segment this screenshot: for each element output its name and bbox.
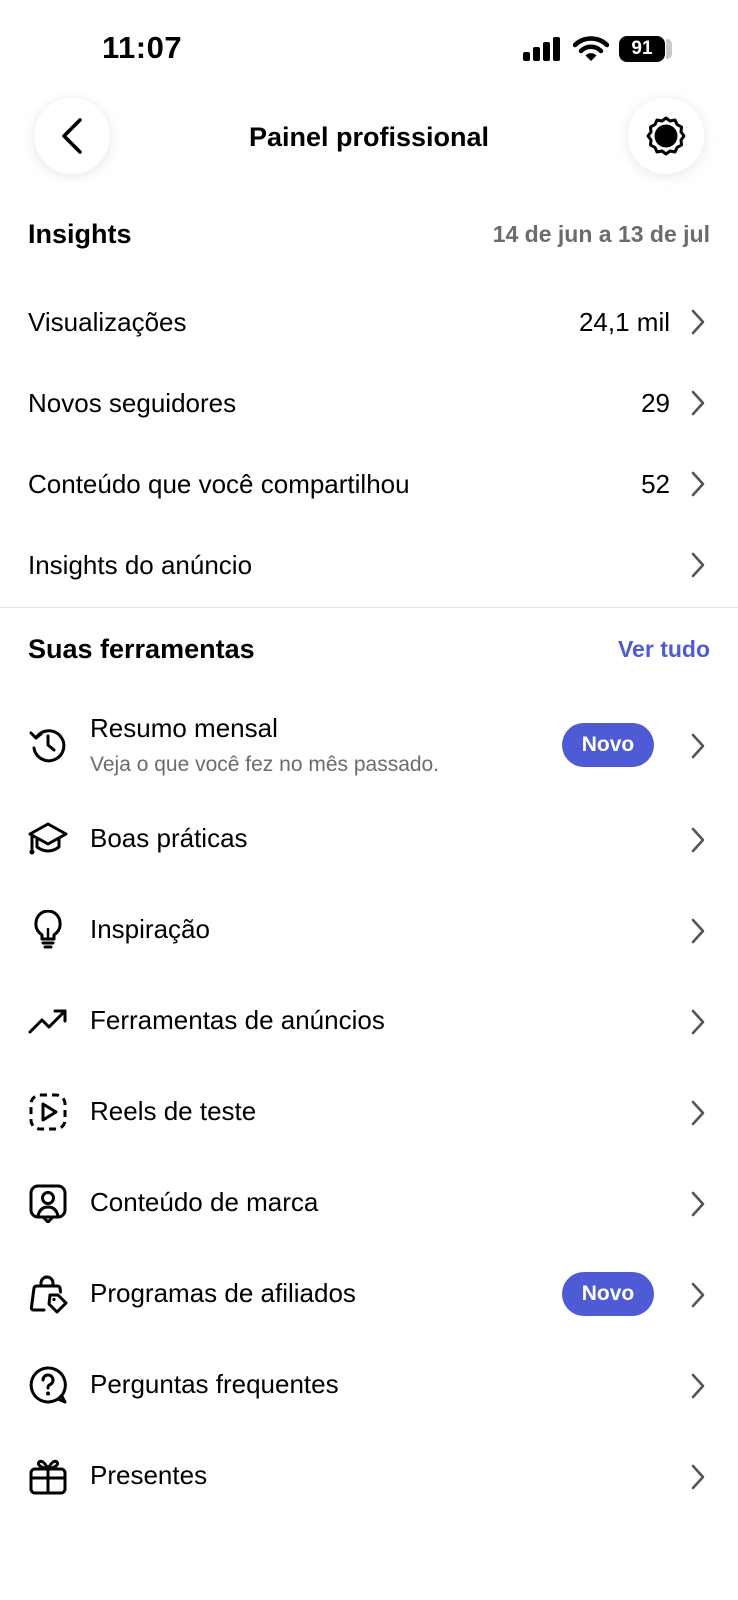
status-time: 11:07 <box>102 30 183 65</box>
tool-label: Reels de teste <box>90 1096 257 1126</box>
tool-label: Boas práticas <box>90 823 248 853</box>
chevron-right-icon <box>691 552 705 578</box>
tool-label: Conteúdo de marca <box>90 1187 319 1217</box>
branded-content-icon <box>29 1184 67 1223</box>
insight-row-shared-content[interactable]: Conteúdo que você compartilhou 52 <box>28 453 710 513</box>
chevron-right-icon <box>691 471 705 497</box>
chevron-right-icon <box>691 918 705 944</box>
tool-label: Perguntas frequentes <box>90 1369 339 1399</box>
settings-button[interactable] <box>628 98 704 174</box>
gift-icon <box>29 1459 67 1495</box>
insight-label: Novos seguidores <box>28 388 237 418</box>
date-range[interactable]: 14 de jun a 13 de jul <box>493 221 710 248</box>
tool-label: Inspiração <box>90 914 210 944</box>
chevron-right-icon <box>691 1464 705 1490</box>
reels-test-icon <box>29 1093 67 1131</box>
tool-row-branded-content[interactable]: Conteúdo de marca <box>28 1163 710 1243</box>
status-bar: 11:07 91 <box>0 0 738 100</box>
chevron-right-icon <box>691 1282 705 1308</box>
insight-value: 24,1 mil <box>578 307 670 337</box>
tool-row-monthly-summary[interactable]: Resumo mensal Veja o que você fez no mês… <box>28 705 710 785</box>
battery-tip <box>666 39 672 59</box>
section-divider <box>0 607 738 608</box>
history-clock-icon <box>29 729 66 763</box>
chevron-right-icon <box>691 1009 705 1035</box>
shopping-bag-tag-icon <box>29 1275 68 1314</box>
cellular-signal-icon <box>523 37 560 61</box>
insight-row-views[interactable]: Visualizações 24,1 mil <box>28 291 710 351</box>
battery-indicator: 91 <box>619 36 672 62</box>
insight-label: Insights do anúncio <box>28 550 253 580</box>
tool-description: Veja o que você fez no mês passado. <box>90 753 440 776</box>
chevron-right-icon <box>691 827 705 853</box>
tool-row-affiliate-programs[interactable]: Programas de afiliados Novo <box>28 1254 710 1334</box>
header: Painel profissional <box>0 98 738 182</box>
lightbulb-icon <box>34 910 62 949</box>
tool-row-trial-reels[interactable]: Reels de teste <box>28 1072 710 1152</box>
insights-title: Insights <box>28 219 132 249</box>
tool-label: Resumo mensal <box>90 713 278 743</box>
tools-title: Suas ferramentas <box>28 634 255 664</box>
gear-icon <box>646 116 686 156</box>
tool-label: Presentes <box>90 1460 208 1490</box>
tool-row-inspiration[interactable]: Inspiração <box>28 890 710 970</box>
chevron-right-icon <box>691 309 705 335</box>
tool-label: Programas de afiliados <box>90 1278 356 1308</box>
insight-label: Visualizações <box>28 307 187 337</box>
tool-label: Ferramentas de anúncios <box>90 1005 385 1035</box>
insight-value: 52 <box>641 469 670 499</box>
tool-row-faq[interactable]: Perguntas frequentes <box>28 1345 710 1425</box>
tool-row-best-practices[interactable]: Boas práticas <box>28 799 710 879</box>
new-badge: Novo <box>562 1272 654 1316</box>
insight-value: 29 <box>641 388 670 418</box>
insights-header: Insights 14 de jun a 13 de jul <box>28 219 710 259</box>
insight-row-new-followers[interactable]: Novos seguidores 29 <box>28 372 710 432</box>
chevron-right-icon <box>691 1373 705 1399</box>
tools-header: Suas ferramentas Ver tudo <box>28 634 710 674</box>
tool-row-ad-tools[interactable]: Ferramentas de anúncios <box>28 981 710 1061</box>
see-all-link[interactable]: Ver tudo <box>618 636 710 663</box>
chevron-right-icon <box>691 1191 705 1217</box>
battery-level: 91 <box>619 36 665 62</box>
insight-row-ad-insights[interactable]: Insights do anúncio <box>28 534 710 594</box>
graduation-cap-icon <box>28 822 68 855</box>
new-badge: Novo <box>562 723 654 767</box>
question-bubble-icon <box>29 1366 67 1404</box>
wifi-icon <box>573 36 609 61</box>
chevron-right-icon <box>691 390 705 416</box>
trending-up-icon <box>28 1009 67 1034</box>
tool-row-gifts[interactable]: Presentes <box>28 1436 710 1516</box>
chevron-right-icon <box>691 1100 705 1126</box>
insight-label: Conteúdo que você compartilhou <box>28 469 410 499</box>
chevron-right-icon <box>691 733 705 759</box>
